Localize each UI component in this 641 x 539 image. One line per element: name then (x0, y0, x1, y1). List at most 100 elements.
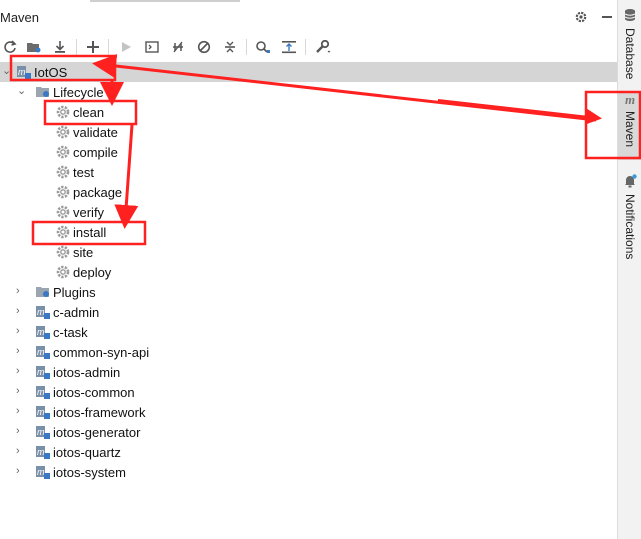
toolbar-separator (76, 39, 77, 55)
bell-icon (623, 174, 637, 191)
tab-database[interactable]: Database (618, 8, 641, 86)
maven-icon: m (624, 92, 636, 107)
top-tab-edge (90, 0, 240, 2)
tree-row-goal[interactable]: install (0, 222, 617, 242)
collapsed-arrow-icon[interactable]: › (16, 346, 26, 357)
svg-text:m: m (37, 407, 45, 417)
toolbar-separator (305, 39, 306, 55)
tree-row-goal[interactable]: verify (0, 202, 617, 222)
toolbar-separator (108, 39, 109, 55)
tree-label-goal: deploy (73, 265, 112, 280)
tree-label-module: common-syn-api (53, 345, 150, 360)
reload-icon[interactable] (0, 37, 20, 57)
tree-label-goal: package (73, 185, 123, 200)
svg-text:m: m (37, 307, 45, 317)
svg-text:m: m (37, 387, 45, 397)
tab-maven-label: Maven (623, 111, 637, 148)
collapsed-arrow-icon[interactable]: › (16, 406, 26, 417)
tree-label-module: iotos-common (53, 385, 135, 400)
tree-label-goal: verify (73, 205, 105, 220)
gear-icon (55, 244, 71, 260)
tree-row-module[interactable]: › m c-admin (0, 302, 617, 322)
tree-row-plugins[interactable]: › Plugins (0, 282, 617, 302)
svg-text:m: m (37, 347, 45, 357)
tree-label-goal: validate (73, 125, 118, 140)
tree-row-root[interactable]: ⌄ m IotOS (0, 62, 617, 82)
tree-label-module: iotos-framework (53, 405, 146, 420)
tree-label-goal: clean (73, 105, 105, 120)
tree-label-goal: test (73, 165, 94, 180)
collapsed-arrow-icon[interactable]: › (16, 366, 26, 377)
expand-arrow-icon[interactable]: ⌄ (2, 66, 12, 77)
gear-icon (55, 204, 71, 220)
collapse-all-icon[interactable] (279, 37, 299, 57)
tree-row-goal[interactable]: clean (0, 102, 617, 122)
collapsed-arrow-icon[interactable]: › (16, 466, 26, 477)
minimize-icon[interactable] (598, 8, 616, 26)
tree-row-goal[interactable]: package (0, 182, 617, 202)
collapsed-arrow-icon[interactable]: › (16, 386, 26, 397)
maven-module-icon: m (35, 304, 51, 320)
tree-label-module: iotos-admin (53, 365, 121, 380)
generate-sources-icon[interactable] (24, 37, 44, 57)
expand-arrow-icon[interactable]: ⌄ (17, 86, 27, 97)
maven-module-icon: m (35, 444, 51, 460)
svg-text:m: m (37, 427, 45, 437)
maven-module-icon: m (35, 404, 51, 420)
gear-icon[interactable] (572, 8, 590, 26)
run-icon[interactable] (116, 37, 136, 57)
maven-toolbar (0, 34, 617, 60)
database-icon (624, 8, 636, 25)
tree-label-module: c-admin (53, 305, 100, 320)
toggle-offline-icon[interactable] (168, 37, 188, 57)
tool-window-title: Maven (0, 10, 40, 25)
svg-text:m: m (37, 447, 45, 457)
tab-database-label: Database (623, 28, 637, 80)
collapsed-arrow-icon[interactable]: › (16, 286, 26, 297)
gear-icon (55, 104, 71, 120)
tree-label-goal: compile (73, 145, 118, 160)
collapsed-arrow-icon[interactable]: › (16, 426, 26, 437)
tree-label-module: c-task (53, 325, 88, 340)
collapsed-arrow-icon[interactable]: › (16, 446, 26, 457)
tab-notifications-label: Notifications (623, 194, 637, 260)
collapsed-arrow-icon[interactable]: › (16, 326, 26, 337)
tree-row-module[interactable]: › m iotos-admin (0, 362, 617, 382)
tree-label-module: iotos-quartz (53, 445, 121, 460)
tool-window-header: Maven (0, 0, 617, 35)
collapsed-arrow-icon[interactable]: › (16, 306, 26, 317)
tree-row-module[interactable]: › m iotos-common (0, 382, 617, 402)
maven-module-icon: m (35, 424, 51, 440)
folder-gear-icon (35, 284, 51, 300)
tree-row-module[interactable]: › m iotos-quartz (0, 442, 617, 462)
tab-notifications[interactable]: Notifications (618, 174, 641, 264)
gear-icon (55, 184, 71, 200)
svg-text:m: m (37, 367, 45, 377)
tree-row-goal[interactable]: deploy (0, 262, 617, 282)
tree-row-module[interactable]: › m c-task (0, 322, 617, 342)
toolbar-separator (246, 39, 247, 55)
tree-row-module[interactable]: › m iotos-system (0, 462, 617, 482)
settings-wrench-icon[interactable] (313, 37, 333, 57)
svg-text:m: m (37, 327, 45, 337)
tab-maven[interactable]: m Maven (618, 92, 641, 160)
tree-row-goal[interactable]: test (0, 162, 617, 182)
execute-goal-icon[interactable] (142, 37, 162, 57)
tree-row-goal[interactable]: compile (0, 142, 617, 162)
tree-label-lifecycle: Lifecycle (53, 85, 104, 100)
tree-row-lifecycle[interactable]: ⌄ Lifecycle (0, 82, 617, 102)
gear-icon (55, 124, 71, 140)
tree-row-module[interactable]: › m iotos-framework (0, 402, 617, 422)
download-icon[interactable] (50, 37, 70, 57)
add-icon[interactable] (83, 37, 103, 57)
show-dependencies-icon[interactable] (253, 37, 273, 57)
tree-row-module[interactable]: › m common-syn-api (0, 342, 617, 362)
svg-text:m: m (37, 467, 45, 477)
tree-label-module: iotos-system (53, 465, 126, 480)
collapse-icon[interactable] (220, 37, 240, 57)
skip-tests-icon[interactable] (194, 37, 214, 57)
folder-gear-icon (35, 84, 51, 100)
tree-row-module[interactable]: › m iotos-generator (0, 422, 617, 442)
tree-row-goal[interactable]: validate (0, 122, 617, 142)
tree-row-goal[interactable]: site (0, 242, 617, 262)
